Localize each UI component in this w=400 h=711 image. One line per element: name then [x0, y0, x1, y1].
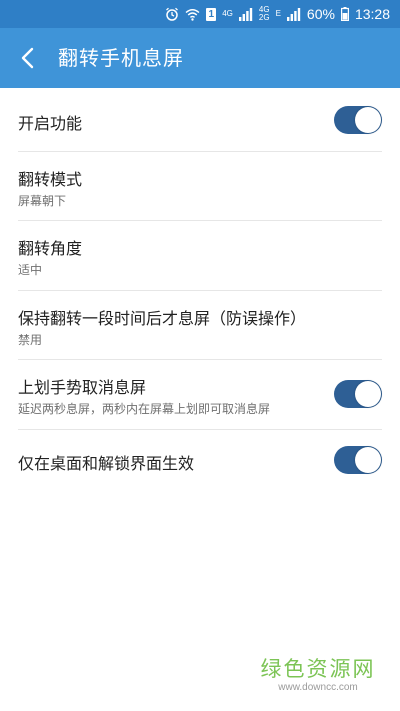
signal-icon — [238, 7, 253, 21]
swipe-cancel-toggle[interactable] — [334, 380, 382, 408]
setting-title: 保持翻转一段时间后才息屏（防误操作） — [18, 309, 307, 328]
sim-icon: 1 — [206, 7, 217, 21]
desktop-only-toggle[interactable] — [334, 446, 382, 474]
status-icons: 1 4G 4G 2G E 60% 13:28 — [165, 0, 390, 28]
battery-percent: 60% — [306, 6, 335, 22]
setting-flip-mode[interactable]: 翻转模式 屏幕朝下 — [18, 152, 382, 221]
setting-description: 延迟两秒息屏，两秒内在屏幕上划即可取消息屏 — [18, 402, 271, 416]
toggle-knob — [355, 107, 381, 133]
status-bar: 1 4G 4G 2G E 60% 13:28 — [0, 0, 400, 28]
battery-icon — [340, 7, 349, 21]
signal-icon — [286, 7, 301, 21]
watermark-name: 绿色资源网 — [260, 657, 376, 681]
wifi-icon — [185, 8, 200, 21]
setting-title: 开启功能 — [18, 114, 83, 133]
setting-hold-delay[interactable]: 保持翻转一段时间后才息屏（防误操作） 禁用 — [18, 291, 382, 360]
settings-list: 开启功能 翻转模式 屏幕朝下 翻转角度 适中 保持翻转一段时间后才息屏（防误操作… — [0, 88, 400, 492]
toggle-knob — [355, 381, 381, 407]
network-type-4g: 4G — [222, 10, 233, 18]
app-bar: 翻转手机息屏 — [0, 28, 400, 88]
setting-swipe-cancel[interactable]: 上划手势取消息屏 延迟两秒息屏，两秒内在屏幕上划即可取消息屏 — [18, 360, 382, 430]
enable-feature-toggle[interactable] — [334, 106, 382, 134]
setting-desktop-only[interactable]: 仅在桌面和解锁界面生效 — [18, 430, 382, 492]
setting-title: 仅在桌面和解锁界面生效 — [18, 454, 195, 473]
chevron-left-icon[interactable] — [12, 43, 42, 73]
setting-flip-angle[interactable]: 翻转角度 适中 — [18, 221, 382, 291]
network-2g-label: 2G — [258, 13, 270, 22]
watermark-url: www.downcc.com — [278, 682, 358, 693]
setting-value: 屏幕朝下 — [18, 194, 67, 208]
status-time: 13:28 — [354, 6, 390, 22]
setting-value: 禁用 — [18, 333, 43, 347]
network-4g-label: 4G — [222, 9, 233, 18]
setting-title: 翻转角度 — [18, 239, 83, 258]
network-e-label: E — [275, 9, 281, 18]
setting-title: 翻转模式 — [18, 170, 83, 189]
toggle-knob — [355, 447, 381, 473]
watermark: 绿色资源网 www.downcc.com — [258, 656, 378, 694]
network-type-e: E — [276, 10, 281, 18]
alarm-icon — [165, 7, 179, 21]
setting-value: 适中 — [18, 263, 43, 277]
setting-enable-feature[interactable]: 开启功能 — [18, 88, 382, 152]
network-type-dual: 4G 2G — [259, 6, 270, 22]
page-title: 翻转手机息屏 — [58, 46, 184, 70]
setting-title: 上划手势取消息屏 — [18, 378, 147, 397]
